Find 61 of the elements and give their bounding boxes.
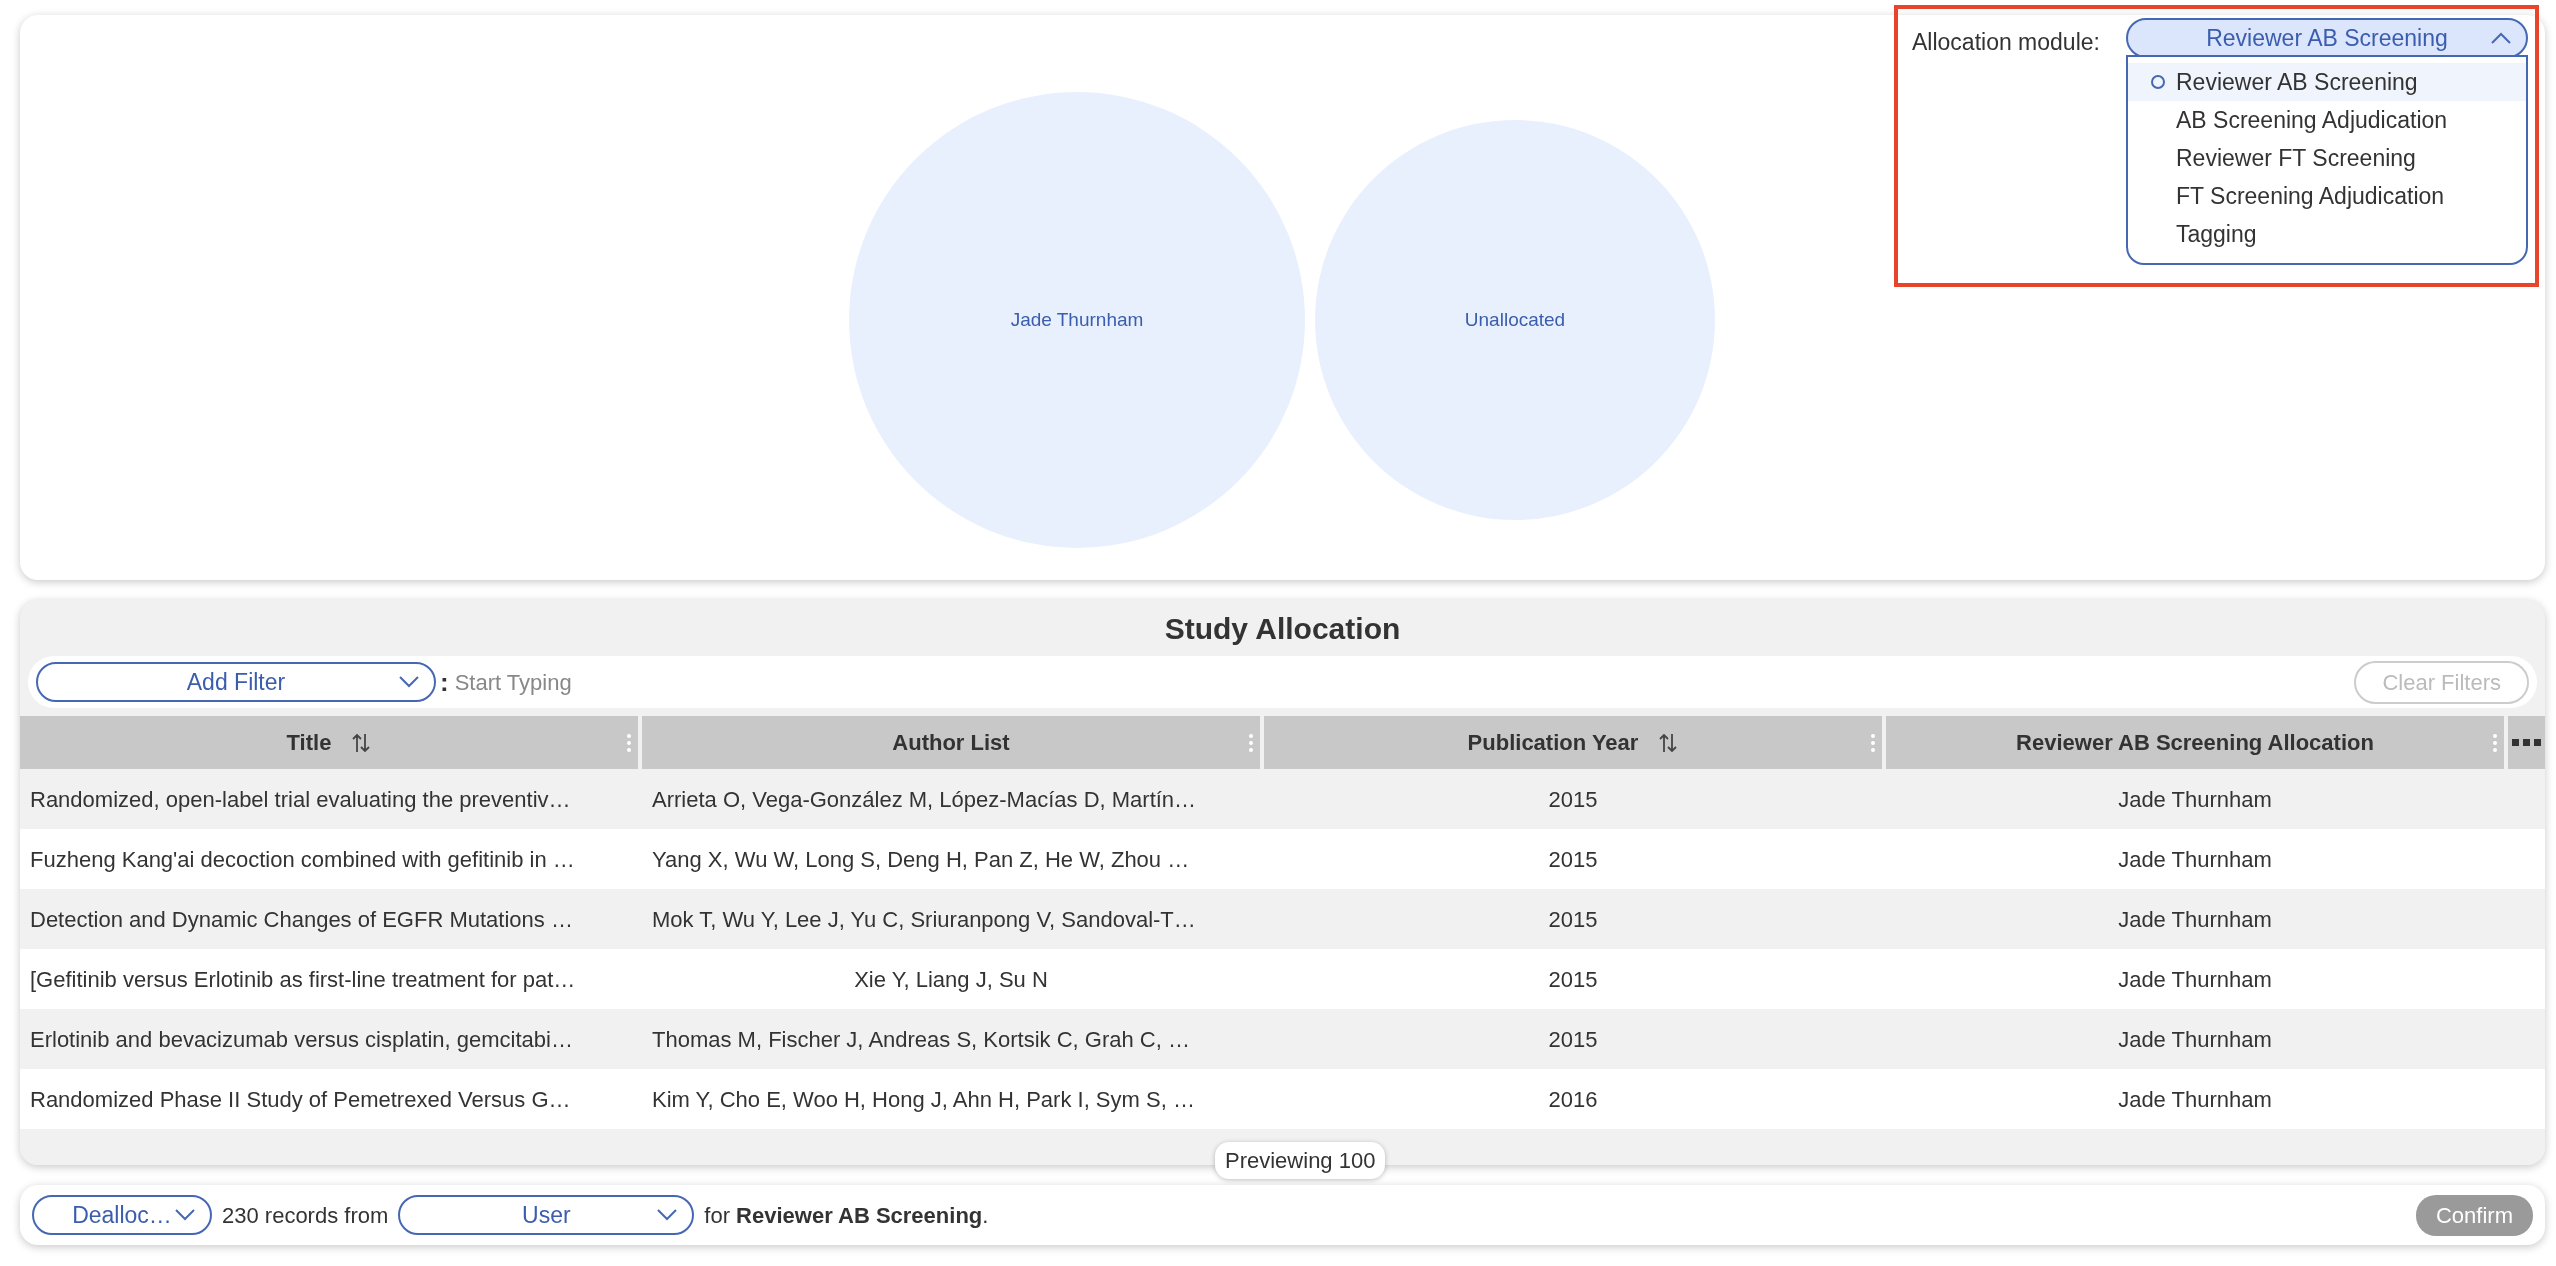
table-cell-text: Detection and Dynamic Changes of EGFR Mutations … — [30, 905, 573, 934]
summary-text: for Reviewer AB Screening. — [704, 1201, 989, 1230]
menu-option[interactable]: Reviewer FT Screening — [2128, 139, 2526, 177]
table-cell-text: Jade Thurnham — [2118, 785, 2272, 814]
menu-option[interactable]: AB Screening Adjudication — [2128, 101, 2526, 139]
table-cell-text: 2015 — [1548, 845, 1598, 874]
column-header[interactable]: Title — [20, 716, 638, 769]
table-cell-text: Fuzheng Kang'ai decoction combined with gefitinib in … — [30, 845, 575, 874]
menu-option[interactable]: FT Screening Adjudication — [2128, 177, 2526, 215]
table-cell-text: 2015 — [1548, 1025, 1598, 1054]
table-cell-text: Yang X, Wu W, Long S, Deng H, Pan Z, He W, Zhou … — [652, 845, 1190, 874]
radio-circle-icon — [2150, 74, 2166, 90]
table-cell-text: Mok T, Wu Y, Lee J, Yu C, Sriuranpong V, Sandoval-T… — [652, 905, 1196, 934]
filter-input[interactable]: Start Typing — [452, 664, 2351, 700]
table-cell-text: 2015 — [1548, 965, 1598, 994]
table-cell-text: 2015 — [1548, 905, 1598, 934]
table-cell-text: Kim Y, Cho E, Woo H, Hong J, Ahn H, Park I, Sym S, … — [652, 1085, 1195, 1114]
menu-option[interactable]: Tagging — [2128, 215, 2526, 253]
separator-colon: : — [440, 665, 449, 699]
column-menu-icon — [1870, 732, 1876, 753]
table-cell-text: 2016 — [1548, 1085, 1598, 1114]
table-cell-text: 2015 — [1548, 785, 1598, 814]
column-label: Publication Year — [1467, 729, 1639, 757]
records-text: 230 records from — [222, 1201, 389, 1230]
table-cell-text: Jade Thurnham — [2118, 1025, 2272, 1054]
module-label: Allocation module: — [1912, 28, 2100, 57]
column-label: Title — [286, 729, 332, 757]
action-select[interactable]: Dealloc… — [32, 1195, 212, 1235]
table-cell-text: Jade Thurnham — [2118, 905, 2272, 934]
column-menu-icon — [626, 732, 632, 753]
module-select[interactable]: Reviewer AB Screening — [2126, 18, 2528, 58]
column-label: Author List — [892, 729, 1010, 757]
allocation-bubble[interactable]: Unallocated — [1315, 120, 1715, 520]
table-cell-text: Arrieta O, Vega-González M, López-Macías D, Martín… — [652, 785, 1197, 814]
table-cell-text: Thomas M, Fischer J, Andreas S, Kortsik C, Grah C, … — [652, 1025, 1190, 1054]
filter-select[interactable]: Add Filter — [36, 662, 436, 702]
allocation-bubble[interactable]: Jade Thurnham — [849, 92, 1305, 548]
column-label: Reviewer AB Screening Allocation — [2016, 729, 2374, 757]
chevron-up-icon — [2490, 31, 2512, 45]
column-menu-icon — [2492, 732, 2498, 753]
table-cell-text: Randomized, open-label trial evaluating the preventiv… — [30, 785, 571, 814]
table-cell-text: Xie Y, Liang J, Su N — [854, 965, 1048, 994]
chevron-down-icon — [656, 1208, 679, 1222]
table-cell-text: Randomized Phase II Study of Pemetrexed Versus G… — [30, 1085, 571, 1114]
table-cell-text: Jade Thurnham — [2118, 965, 2272, 994]
table-cell-text: Jade Thurnham — [2118, 845, 2272, 874]
table-cell-text: Jade Thurnham — [2118, 1085, 2272, 1114]
menu-option[interactable]: Reviewer AB Screening — [2128, 63, 2526, 101]
column-header[interactable]: Author List — [642, 716, 1260, 769]
table-cell-text: Erlotinib and bevacizumab versus cisplatin, gemcitabi… — [30, 1025, 573, 1054]
column-menu-icon — [1248, 732, 1254, 753]
chevron-down-icon — [174, 1208, 196, 1222]
chevron-down-icon — [398, 675, 420, 689]
preview-tooltip: Previewing 100 — [1215, 1142, 1386, 1179]
more-columns-button[interactable] — [2508, 716, 2545, 769]
more-icon — [2511, 738, 2542, 747]
source-select[interactable]: User — [398, 1195, 695, 1235]
column-header[interactable]: Publication Year — [1264, 716, 1882, 769]
table-cell-text: [Gefitinib versus Erlotinib as first-line treatment for pat… — [30, 965, 576, 994]
column-header[interactable]: Reviewer AB Screening Allocation — [1886, 716, 2504, 769]
panel-title: Study Allocation — [1164, 610, 1401, 647]
